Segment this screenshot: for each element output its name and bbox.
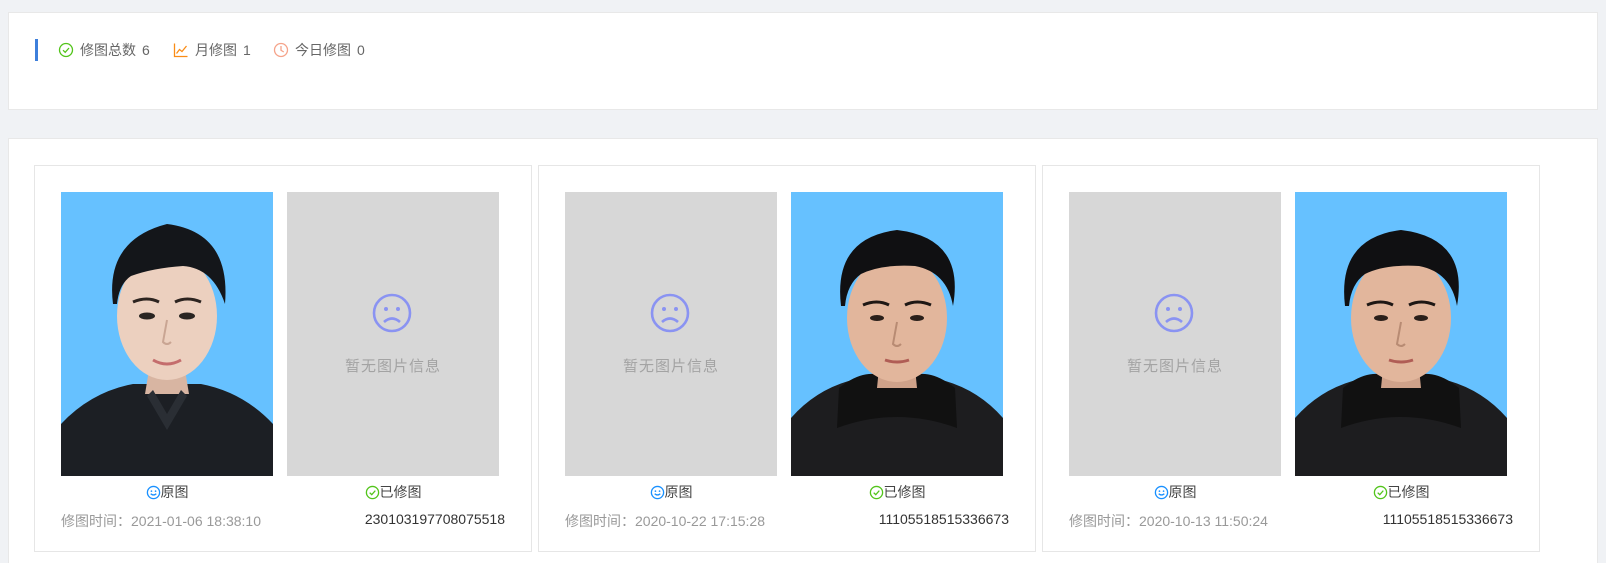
retouch-time: 修图时间：2020-10-13 11:50:24	[1069, 513, 1268, 529]
retouched-photo[interactable]: 暂无图片信息	[287, 192, 499, 476]
id-number: 230103197708075518	[364, 511, 505, 527]
retouch-card[interactable]: 暂无图片信息 原图	[1042, 165, 1540, 552]
empty-photo-text: 暂无图片信息	[622, 358, 719, 375]
cards-panel: 暂无图片信息 原图 已修图 修图时间：2021-01-06 18:38:10 2…	[8, 138, 1598, 563]
smile-icon	[1154, 485, 1168, 499]
stat-month: 月修图 1	[173, 41, 251, 59]
original-photo[interactable]: 暂无图片信息	[565, 192, 777, 476]
line-chart-icon	[173, 43, 188, 58]
portrait-photo	[791, 230, 1003, 476]
sad-face-icon	[650, 293, 690, 333]
empty-photo-text: 暂无图片信息	[344, 358, 441, 375]
retouch-card[interactable]: 暂无图片信息 原图	[538, 165, 1036, 552]
original-caption: 原图	[61, 482, 273, 502]
original-label: 原图	[1168, 484, 1197, 500]
original-label: 原图	[664, 484, 693, 500]
original-caption: 原图	[1069, 482, 1281, 502]
id-number: 11105518515336673	[1382, 511, 1513, 527]
portrait-photo	[61, 224, 273, 476]
original-caption: 原图	[565, 482, 777, 502]
accent-bar	[35, 39, 38, 61]
stat-today-label: 今日修图	[295, 42, 351, 58]
original-photo[interactable]: 暂无图片信息	[1069, 192, 1281, 476]
retouched-caption: 已修图	[287, 482, 499, 502]
retouch-time: 修图时间：2020-10-22 17:15:28	[565, 513, 765, 529]
retouched-label: 已修图	[379, 484, 422, 500]
stat-total-label: 修图总数	[80, 42, 136, 58]
check-circle-icon	[1373, 485, 1387, 499]
retouched-caption: 已修图	[791, 482, 1003, 502]
check-circle-icon	[869, 485, 883, 499]
stats-panel: 修图总数 6 月修图 1 今日修图 0	[8, 12, 1598, 110]
smile-icon	[146, 485, 160, 499]
stat-total-value: 6	[142, 42, 150, 58]
original-photo[interactable]	[61, 192, 273, 476]
retouched-label: 已修图	[1387, 484, 1430, 500]
retouched-photo[interactable]	[791, 192, 1003, 476]
retouched-label: 已修图	[883, 484, 926, 500]
smile-icon	[650, 485, 664, 499]
id-number: 11105518515336673	[878, 511, 1009, 527]
stat-today: 今日修图 0	[273, 41, 365, 59]
stat-today-value: 0	[357, 42, 365, 58]
portrait-photo	[1295, 230, 1507, 476]
clock-icon	[273, 42, 289, 58]
retouched-photo[interactable]	[1295, 192, 1507, 476]
check-circle-icon	[365, 485, 379, 499]
sad-face-icon	[1154, 293, 1194, 333]
stat-total: 修图总数 6	[58, 41, 150, 59]
check-circle-icon	[58, 42, 74, 58]
retouch-card[interactable]: 暂无图片信息 原图 已修图 修图时间：2021-01-06 18:38:10 2…	[34, 165, 532, 552]
sad-face-icon	[372, 293, 412, 333]
stat-month-value: 1	[243, 42, 251, 58]
empty-photo-text: 暂无图片信息	[1126, 358, 1223, 375]
retouch-time: 修图时间：2021-01-06 18:38:10	[61, 513, 261, 529]
original-label: 原图	[160, 484, 189, 500]
stat-month-label: 月修图	[195, 42, 237, 58]
retouched-caption: 已修图	[1295, 482, 1507, 502]
